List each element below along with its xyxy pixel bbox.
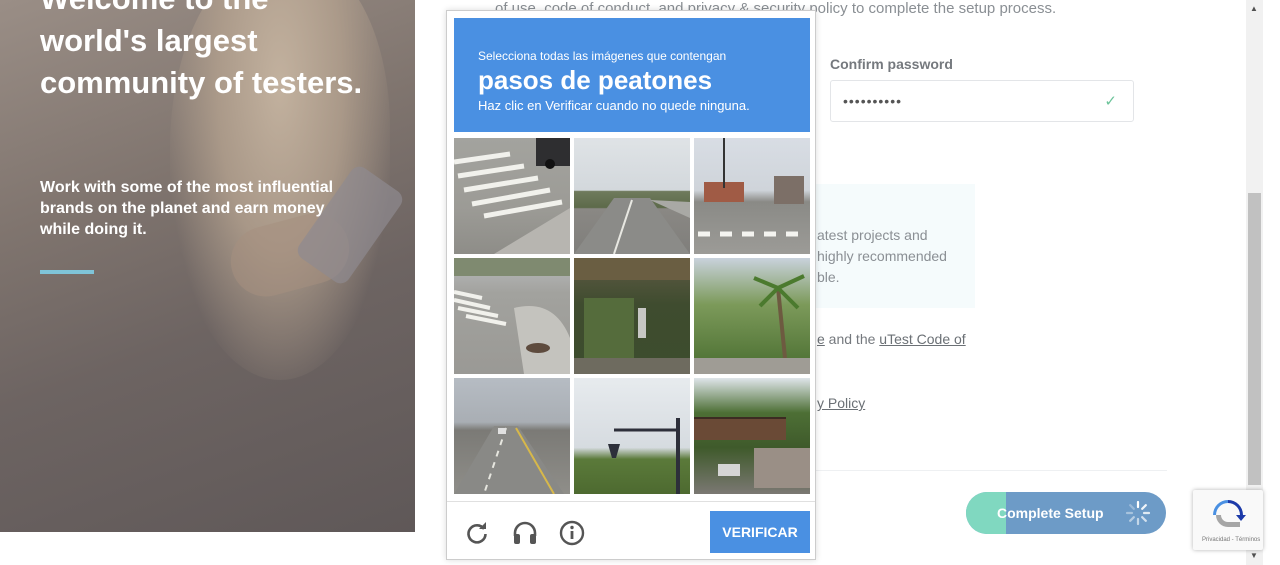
captcha-tile[interactable] [454, 378, 570, 494]
crosswalk-image [454, 258, 570, 374]
info-line: atest projects and [817, 227, 928, 243]
captcha-tile[interactable] [574, 138, 690, 254]
hero-accent-line [40, 270, 94, 274]
reload-icon[interactable] [464, 520, 490, 546]
check-icon: ✓ [1104, 93, 1117, 110]
loading-spinner-icon [1125, 500, 1151, 526]
bridge-image [574, 258, 690, 374]
agree-mid: and the [824, 331, 880, 347]
agree-terms-text: e and the uTest Code of [817, 331, 966, 347]
captcha-tile[interactable] [454, 258, 570, 374]
code-of-conduct-link[interactable]: uTest Code of [879, 331, 965, 347]
captcha-instruction: Selecciona todas las imágenes que conten… [478, 49, 727, 63]
privacy-policy-link[interactable]: y Policy [817, 395, 865, 411]
captcha-footer: VERIFICAR [447, 501, 815, 560]
captcha-tile[interactable] [574, 378, 690, 494]
street-lamp-image [608, 418, 680, 494]
captcha-hint: Haz clic en Verificar cuando no quede ni… [478, 98, 750, 113]
confirm-password-label: Confirm password [830, 56, 953, 72]
captcha-tile[interactable] [574, 258, 690, 374]
confirm-password-value: •••••••••• [843, 93, 903, 109]
highway-image [574, 198, 690, 254]
captcha-tile[interactable] [694, 138, 810, 254]
recaptcha-badge-text[interactable]: Privacidad - Términos [1202, 537, 1260, 543]
verify-button[interactable]: VERIFICAR [710, 511, 810, 553]
confirm-password-field[interactable]: •••••••••• ✓ [830, 80, 1134, 122]
hero-subtext: Work with some of the most influential b… [40, 179, 334, 238]
info-line: ble. [817, 269, 840, 285]
captcha-header: Selecciona todas las imágenes que conten… [454, 18, 810, 132]
hero-heading: Welcome to the world's largest community… [40, 0, 363, 100]
recaptcha-logo-icon [1213, 500, 1246, 527]
audio-icon[interactable] [512, 520, 538, 546]
captcha-tile[interactable] [694, 378, 810, 494]
info-text: atest projects and highly recommended bl… [817, 225, 947, 288]
info-line: highly recommended [817, 248, 947, 264]
recaptcha-badge[interactable]: Privacidad - Términos [1193, 490, 1263, 550]
captcha-tile[interactable] [694, 258, 810, 374]
crosswalk-image [454, 138, 570, 254]
captcha-target: pasos de peatones [478, 65, 713, 95]
hero-panel: Welcome to the world's largest community… [0, 0, 415, 532]
privacy-text: y Policy [817, 395, 865, 411]
captcha-tile[interactable] [454, 138, 570, 254]
rail-bridge-image [694, 417, 810, 488]
scroll-down-icon[interactable]: ▼ [1250, 551, 1258, 560]
scroll-up-icon[interactable]: ▲ [1250, 4, 1258, 13]
scrollbar-thumb[interactable] [1248, 193, 1261, 485]
palm-tree-image [694, 274, 810, 374]
page-scrollbar[interactable]: ▲ ▼ [1246, 0, 1263, 565]
info-icon[interactable] [559, 520, 585, 546]
captcha-dialog: Selecciona todas las imágenes que conten… [446, 10, 816, 560]
intersection-image [698, 138, 804, 237]
complete-setup-label: Complete Setup [997, 505, 1104, 521]
terms-link[interactable]: e [817, 331, 825, 347]
complete-setup-button[interactable]: Complete Setup [966, 492, 1166, 534]
highway-image [454, 426, 564, 494]
